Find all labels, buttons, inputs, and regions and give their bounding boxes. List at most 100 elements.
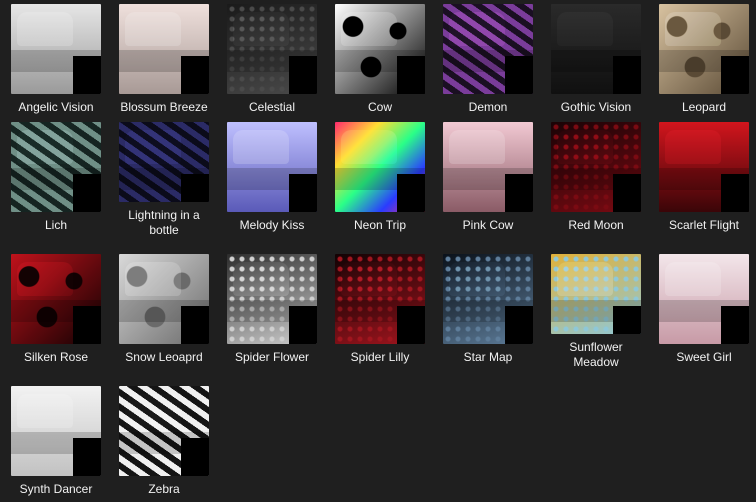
texture-tile[interactable]: Angelic Vision — [4, 0, 108, 120]
texture-thumbnail[interactable] — [119, 122, 209, 202]
silhouette-shape — [293, 180, 301, 206]
sofa-back-shape — [665, 130, 721, 164]
sofa-back-shape — [449, 130, 505, 164]
texture-tile[interactable]: Pink Cow — [436, 118, 540, 238]
texture-label: Synth Dancer — [19, 482, 93, 496]
sofa-back-shape — [341, 130, 397, 164]
texture-thumbnail[interactable] — [659, 122, 749, 212]
sofa-back-shape — [341, 12, 397, 46]
texture-thumbnail[interactable] — [119, 386, 209, 476]
texture-tile[interactable]: Gothic Vision — [544, 0, 648, 120]
sofa-back-shape — [665, 12, 721, 46]
texture-label: Red Moon — [568, 218, 624, 232]
sofa-back-shape — [557, 12, 613, 46]
silhouette-shape — [185, 444, 193, 470]
texture-tile[interactable]: Silken Rose — [4, 250, 108, 370]
texture-thumbnail[interactable] — [551, 122, 641, 212]
sofa-back-shape — [125, 394, 181, 428]
silhouette-shape — [617, 62, 625, 88]
silhouette-shape — [725, 312, 733, 338]
texture-thumbnail[interactable] — [227, 254, 317, 344]
texture-thumbnail[interactable] — [11, 4, 101, 94]
texture-label: Scarlet Flight — [668, 218, 740, 232]
texture-tile[interactable]: Celestial — [220, 0, 324, 120]
texture-thumbnail[interactable] — [551, 254, 641, 334]
texture-thumbnail[interactable] — [335, 4, 425, 94]
texture-tile[interactable]: Neon Trip — [328, 118, 432, 238]
texture-label: Lich — [44, 218, 67, 232]
silhouette-shape — [77, 180, 85, 206]
texture-thumbnail[interactable] — [659, 254, 749, 344]
texture-tile[interactable]: Star Map — [436, 250, 540, 370]
silhouette-shape — [77, 312, 85, 338]
texture-thumbnail[interactable] — [227, 4, 317, 94]
silhouette-shape — [401, 62, 409, 88]
texture-thumbnail[interactable] — [119, 4, 209, 94]
texture-thumbnail[interactable] — [119, 254, 209, 344]
texture-label: Snow Leoaprd — [125, 350, 203, 364]
sofa-back-shape — [449, 262, 505, 296]
texture-thumbnail[interactable] — [443, 122, 533, 212]
texture-label: Angelic Vision — [18, 100, 94, 114]
texture-thumbnail[interactable] — [335, 254, 425, 344]
silhouette-shape — [725, 180, 733, 206]
silhouette-shape — [401, 312, 409, 338]
sofa-back-shape — [557, 262, 613, 296]
sofa-back-shape — [17, 394, 73, 428]
texture-label: Cow — [367, 100, 392, 114]
texture-tile[interactable]: Zebra — [112, 382, 216, 502]
silhouette-shape — [77, 62, 85, 88]
silhouette-shape — [293, 62, 301, 88]
texture-tile[interactable]: Snow Leoaprd — [112, 250, 216, 370]
silhouette-shape — [509, 180, 517, 206]
silhouette-shape — [617, 180, 625, 206]
texture-label: Zebra — [148, 482, 180, 496]
texture-thumbnail[interactable] — [11, 386, 101, 476]
texture-tile[interactable]: Red Moon — [544, 118, 648, 238]
texture-tile[interactable]: Synth Dancer — [4, 382, 108, 502]
texture-thumbnail[interactable] — [551, 4, 641, 94]
texture-thumbnail[interactable] — [227, 122, 317, 212]
texture-tile[interactable]: Lightning in a bottle — [112, 118, 216, 238]
texture-tile[interactable]: Scarlet Flight — [652, 118, 756, 238]
silhouette-shape — [401, 180, 409, 206]
texture-tile[interactable]: Sweet Girl — [652, 250, 756, 370]
texture-thumbnail[interactable] — [11, 122, 101, 212]
texture-tile[interactable]: Lich — [4, 118, 108, 238]
texture-tile[interactable]: Blossum Breeze — [112, 0, 216, 120]
sofa-back-shape — [125, 262, 181, 296]
sofa-back-shape — [233, 130, 289, 164]
texture-label: Silken Rose — [23, 350, 89, 364]
texture-label: Star Map — [463, 350, 513, 364]
texture-tile[interactable]: Melody Kiss — [220, 118, 324, 238]
texture-label: Sunflower Meadow — [569, 340, 623, 369]
texture-tile[interactable]: Cow — [328, 0, 432, 120]
texture-thumbnail[interactable] — [443, 254, 533, 344]
silhouette-shape — [185, 312, 193, 338]
texture-label: Pink Cow — [462, 218, 514, 232]
texture-label: Demon — [468, 100, 508, 114]
texture-thumbnail[interactable] — [659, 4, 749, 94]
texture-label: Lightning in a bottle — [128, 208, 200, 237]
texture-label: Melody Kiss — [239, 218, 305, 232]
sofa-back-shape — [341, 262, 397, 296]
texture-tile[interactable]: Spider Lilly — [328, 250, 432, 370]
sofa-back-shape — [17, 12, 73, 46]
texture-thumbnail[interactable] — [335, 122, 425, 212]
texture-thumbnail[interactable] — [443, 4, 533, 94]
silhouette-shape — [185, 62, 193, 88]
sofa-back-shape — [233, 12, 289, 46]
texture-tile[interactable]: Demon — [436, 0, 540, 120]
silhouette-shape — [293, 312, 301, 338]
texture-label: Spider Flower — [234, 350, 310, 364]
texture-tile[interactable]: Sunflower Meadow — [544, 250, 648, 370]
sofa-back-shape — [449, 12, 505, 46]
texture-label: Gothic Vision — [560, 100, 632, 114]
texture-tile[interactable]: Leopard — [652, 0, 756, 120]
sofa-back-shape — [665, 262, 721, 296]
silhouette-shape — [77, 444, 85, 470]
texture-tile[interactable]: Spider Flower — [220, 250, 324, 370]
texture-thumbnail[interactable] — [11, 254, 101, 344]
silhouette-shape — [185, 180, 193, 202]
silhouette-shape — [725, 62, 733, 88]
